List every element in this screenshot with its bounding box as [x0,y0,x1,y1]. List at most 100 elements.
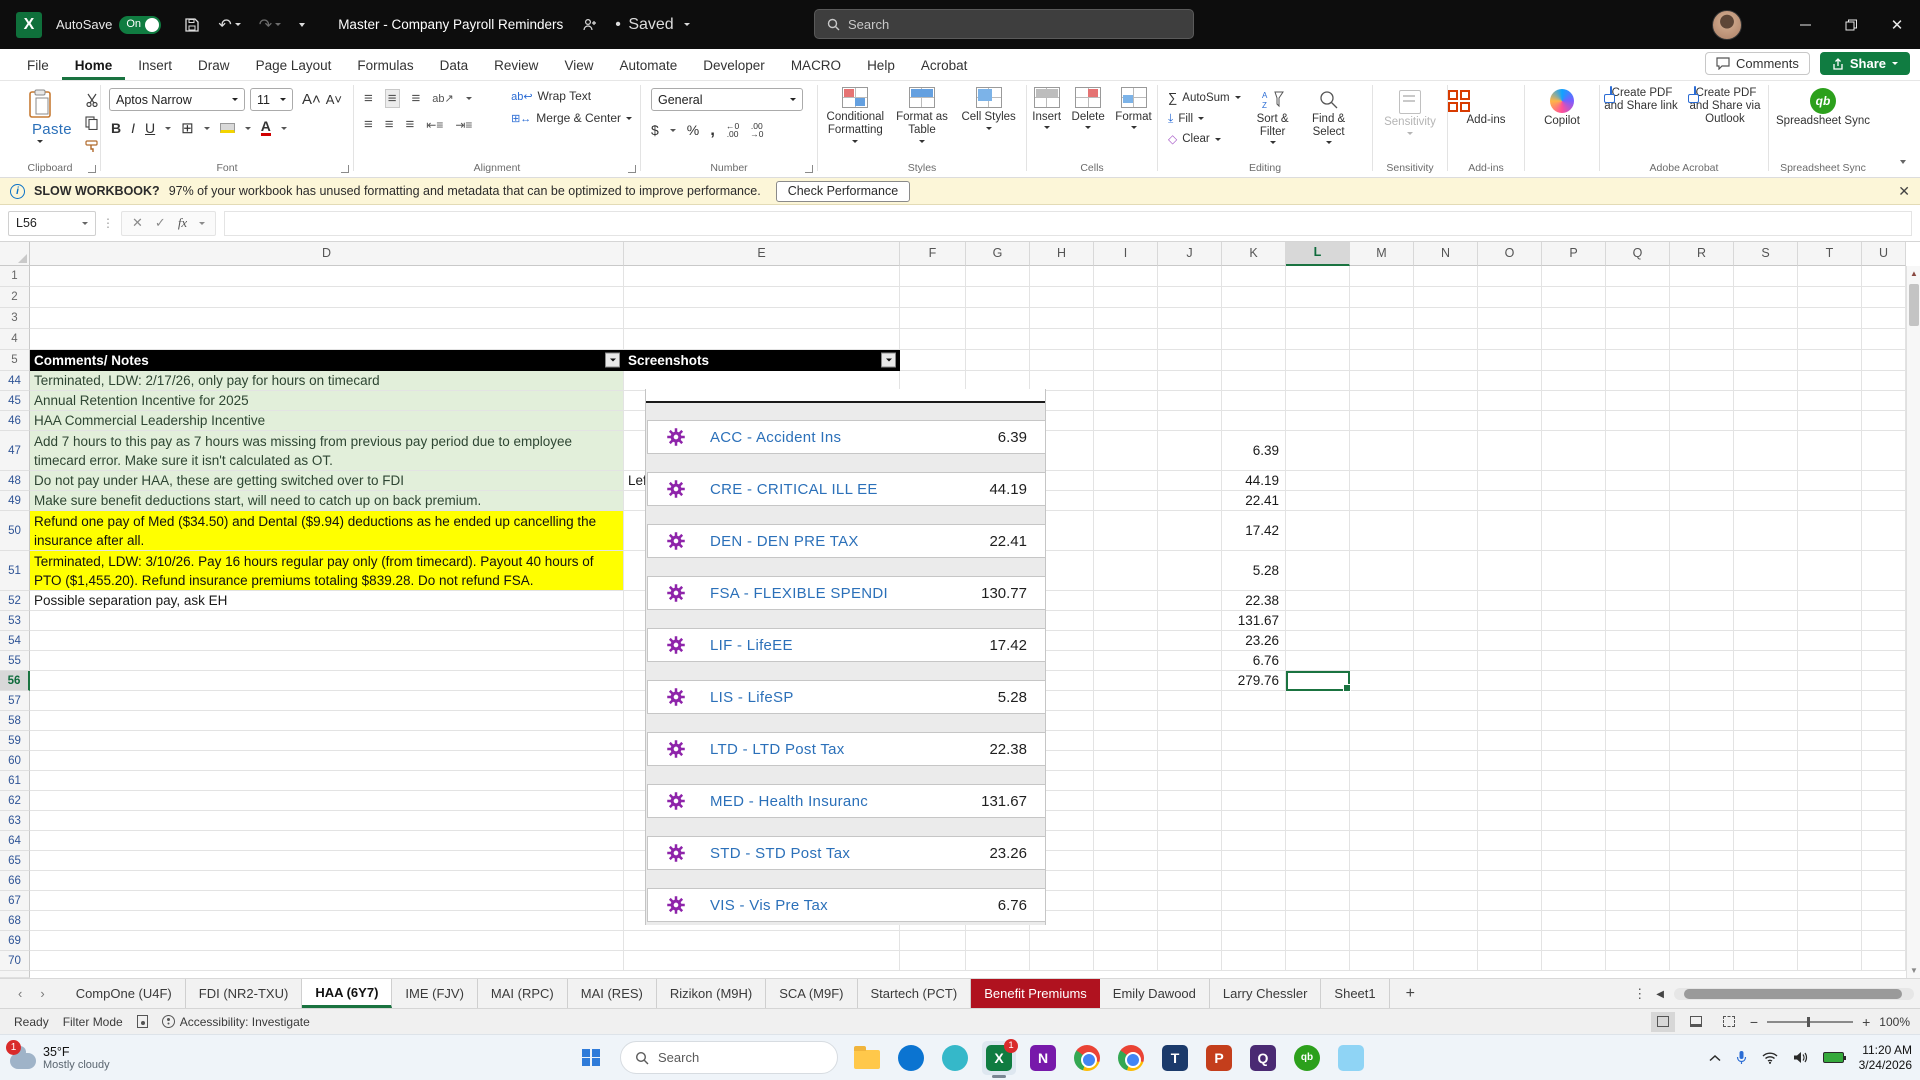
cell-J50[interactable] [1158,511,1222,551]
tab-page-layout[interactable]: Page Layout [243,52,345,80]
cell-K63[interactable] [1222,811,1286,831]
cell-N46[interactable] [1414,411,1478,431]
cell-N67[interactable] [1414,891,1478,911]
macro-record-icon[interactable] [137,1015,148,1028]
cell-M67[interactable] [1350,891,1414,911]
filter-dropdown-icon[interactable] [605,353,620,368]
cell-M59[interactable] [1350,731,1414,751]
cell-L66[interactable] [1286,871,1350,891]
cell-J3[interactable] [1158,308,1222,329]
cell-S59[interactable] [1734,731,1798,751]
top-align-icon[interactable]: ≡ [364,90,373,107]
cell-M52[interactable] [1350,591,1414,611]
cell-I55[interactable] [1094,651,1158,671]
row-header-54[interactable]: 54 [0,631,30,651]
cell-I70[interactable] [1094,951,1158,971]
column-header-S[interactable]: S [1734,242,1798,266]
cell-U49[interactable] [1862,491,1906,511]
cell-Q50[interactable] [1606,511,1670,551]
copilot-button[interactable]: Copilot [1525,115,1599,127]
cell-R65[interactable] [1670,851,1734,871]
cell-O48[interactable] [1478,471,1542,491]
cell-Q70[interactable] [1606,951,1670,971]
benefit-card-den[interactable]: DEN - DEN PRE TAX22.41 [647,524,1046,558]
cell-O66[interactable] [1478,871,1542,891]
benefit-card-lif[interactable]: LIF - LifeEE17.42 [647,628,1046,662]
cell-styles-button[interactable]: Cell Styles [956,87,1022,143]
sheet-tab-benefit-premiums[interactable]: Benefit Premiums [971,979,1100,1008]
cell-H70[interactable] [1030,951,1094,971]
cell-L5[interactable] [1286,350,1350,371]
cell-Q47[interactable] [1606,431,1670,471]
cell-Q68[interactable] [1606,911,1670,931]
cell-N53[interactable] [1414,611,1478,631]
cell-M53[interactable] [1350,611,1414,631]
cell-I46[interactable] [1094,411,1158,431]
cell-U2[interactable] [1862,287,1906,308]
cell-R44[interactable] [1670,371,1734,391]
cell-N2[interactable] [1414,287,1478,308]
cell-N49[interactable] [1414,491,1478,511]
zoom-slider-knob[interactable] [1807,1017,1810,1027]
cell-U55[interactable] [1862,651,1906,671]
cell-I50[interactable] [1094,511,1158,551]
cell-I59[interactable] [1094,731,1158,751]
row-header-70[interactable]: 70 [0,951,30,971]
cell-Q2[interactable] [1606,287,1670,308]
insert-cells-button[interactable]: Insert [1032,87,1061,129]
tab-acrobat[interactable]: Acrobat [908,52,981,80]
cell-F44[interactable] [900,371,966,391]
accounting-format-button[interactable]: $ [651,122,659,138]
font-dialog-launcher[interactable] [341,165,349,173]
insert-function-icon[interactable]: fx [178,215,187,231]
cell-N56[interactable] [1414,671,1478,691]
cell-T58[interactable] [1798,711,1862,731]
cell-D67[interactable] [30,891,624,911]
cell-U3[interactable] [1862,308,1906,329]
cell-U56[interactable] [1862,671,1906,691]
share-button[interactable]: Share [1820,52,1910,75]
cell-O69[interactable] [1478,931,1542,951]
cell-O56[interactable] [1478,671,1542,691]
clock[interactable]: 11:20 AM 3/24/2026 [1859,1043,1912,1073]
cell-I58[interactable] [1094,711,1158,731]
cell-R62[interactable] [1670,791,1734,811]
cell-Q58[interactable] [1606,711,1670,731]
cell-L2[interactable] [1286,287,1350,308]
cell-D59[interactable] [30,731,624,751]
prev-sheet-icon[interactable]: ‹ [18,986,22,1001]
next-sheet-icon[interactable]: › [40,986,44,1001]
autosave-toggle[interactable]: On [119,16,161,34]
page-break-view-button[interactable] [1717,1012,1741,1032]
cell-N59[interactable] [1414,731,1478,751]
cell-M50[interactable] [1350,511,1414,551]
cell-O50[interactable] [1478,511,1542,551]
cell-T59[interactable] [1798,731,1862,751]
row-header-62[interactable]: 62 [0,791,30,811]
scroll-up-icon[interactable]: ▲ [1910,269,1918,278]
cell-D52[interactable]: Possible separation pay, ask EH [30,591,624,611]
redo-button[interactable]: ↷ [259,15,281,35]
cell-H5[interactable] [1030,350,1094,371]
cell-P56[interactable] [1542,671,1606,691]
cell-E2[interactable] [624,287,900,308]
cell-K46[interactable] [1222,411,1286,431]
cell-R70[interactable] [1670,951,1734,971]
cell-J59[interactable] [1158,731,1222,751]
cell-Q57[interactable] [1606,691,1670,711]
cell-D46[interactable]: HAA Commercial Leadership Incentive [30,411,624,431]
wrap-text-button[interactable]: ab↩Wrap Text [511,89,632,103]
sheet-tab-haa-6y7-[interactable]: HAA (6Y7) [302,979,392,1008]
cell-R66[interactable] [1670,871,1734,891]
cell-P4[interactable] [1542,329,1606,350]
collapse-ribbon-button[interactable] [1900,153,1906,171]
microphone-icon[interactable] [1736,1050,1747,1065]
cell-T52[interactable] [1798,591,1862,611]
cell-O53[interactable] [1478,611,1542,631]
cell-N45[interactable] [1414,391,1478,411]
delete-cells-button[interactable]: Delete [1072,87,1105,129]
weather-widget[interactable]: 1 35°F Mostly cloudy [10,1045,110,1071]
zoom-level[interactable]: 100% [1879,1015,1910,1029]
cell-O55[interactable] [1478,651,1542,671]
cell-K54[interactable]: 23.26 [1222,631,1286,651]
